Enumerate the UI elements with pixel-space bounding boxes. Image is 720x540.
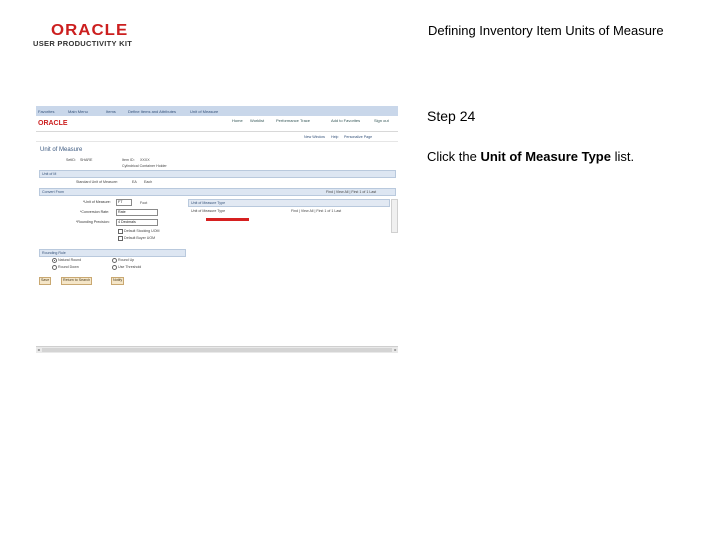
uom-type-vertical-scrollbar[interactable] — [391, 199, 398, 233]
scroll-thumb[interactable] — [42, 348, 392, 352]
app-screenshot: Favorites Main Menu Items Define Items a… — [36, 106, 398, 354]
unit-of-measure-band: Unit of M — [39, 170, 396, 178]
app-header: ORACLE Home Worklist Performance Trace A… — [36, 116, 398, 132]
scroll-right-icon[interactable]: ▸ — [393, 347, 398, 353]
header-link-performance-trace[interactable]: Performance Trace — [276, 118, 310, 123]
natural-round-label: Natural Round — [58, 258, 82, 262]
save-button[interactable]: Save — [39, 277, 52, 285]
nav-unit-of-measure[interactable]: Unit of Measure — [190, 109, 218, 114]
page-utility-bar: New Window Help Personalize Page — [36, 132, 398, 142]
link-new-window[interactable]: New Window — [304, 135, 325, 139]
band-label: Rounding Rule — [42, 251, 66, 255]
uom-label: *Unit of Measure: — [83, 200, 111, 204]
natural-round-radio[interactable] — [52, 258, 57, 263]
oracle-logo-text: ORACLE — [51, 22, 129, 39]
return-to-search-button[interactable]: Return to Search — [61, 277, 93, 285]
header-link-home[interactable]: Home — [232, 118, 243, 123]
link-help[interactable]: Help — [331, 135, 338, 139]
round-up-label: Round Up — [118, 258, 135, 262]
band-label: Unit of M — [42, 172, 57, 176]
standard-uom-value: EA — [132, 180, 137, 184]
notify-button[interactable]: Notify — [111, 277, 125, 285]
header-link-sign-out[interactable]: Sign out — [374, 118, 389, 123]
item-id-label: Item ID: — [122, 158, 135, 162]
nav-define-items[interactable]: Define Items and Attributes — [128, 109, 176, 114]
setid-label: SetID: — [66, 158, 76, 162]
uom-value: FT — [118, 200, 123, 204]
round-down-radio[interactable] — [52, 265, 57, 270]
uom-field[interactable]: FT — [116, 199, 132, 206]
header-link-add-favorites[interactable]: Add to Favorites — [331, 118, 360, 123]
conversion-rate-value: Rate — [118, 210, 126, 214]
uom-type-grid-title: Unit of Measure Type — [191, 201, 226, 205]
upk-logo-subtext: USER PRODUCTIVITY KIT — [33, 39, 133, 48]
slide-title: Defining Inventory Item Units of Measure — [428, 23, 664, 38]
item-description: Cylindrical Container Holder — [122, 164, 167, 168]
app-brand: ORACLE — [38, 120, 68, 127]
uom-type-column-header: Unit of Measure Type — [191, 209, 226, 213]
horizontal-scrollbar[interactable]: ◂ ▸ — [36, 346, 398, 353]
standard-uom-label: Standard Unit of Measure: — [76, 180, 118, 184]
upk-logo: ORACLE USER PRODUCTIVITY KIT — [33, 22, 143, 48]
nav-items[interactable]: Items — [106, 109, 116, 114]
rounding-precision-select[interactable]: 4 Decimals — [116, 219, 158, 226]
conversion-rate-label: *Conversion Rate: — [80, 210, 110, 214]
step-number: Step 24 — [427, 108, 476, 124]
nav-favorites[interactable]: Favorites — [38, 109, 54, 114]
header-link-worklist[interactable]: Worklist — [250, 118, 264, 123]
rounding-precision-label: *Rounding Precision: — [76, 220, 110, 224]
convert-grid-nav[interactable]: Find | View All | First 1 of 1 Last — [326, 190, 376, 194]
setid-value: SHARE — [80, 158, 93, 162]
step-instruction: Click the Unit of Measure Type list. — [427, 149, 634, 164]
standard-uom-desc: Each — [144, 180, 153, 184]
use-threshold-label: Use Threshold — [118, 265, 142, 269]
instruction-target: Unit of Measure Type — [480, 149, 611, 164]
uom-type-list-highlight[interactable] — [206, 218, 249, 221]
rounding-rule-band: Rounding Rule — [39, 249, 186, 257]
uom-type-grid-nav[interactable]: Find | View All | First 1 of 1 Last — [291, 209, 341, 213]
uom-type-grid-header: Unit of Measure Type — [188, 199, 390, 207]
nav-main-menu[interactable]: Main Menu — [68, 109, 88, 114]
default-stocking-uom-label: Default Stocking UOM — [124, 229, 160, 233]
rounding-precision-value: 4 Decimals — [118, 220, 136, 224]
default-buyer-uom-checkbox[interactable] — [118, 236, 123, 241]
default-buyer-uom-label: Default Buyer UOM — [124, 236, 156, 240]
conversion-rate-field[interactable]: Rate — [116, 209, 158, 216]
uom-description: Foot — [140, 201, 148, 205]
round-down-label: Round Down — [58, 265, 79, 269]
link-personalize-page[interactable]: Personalize Page — [344, 135, 372, 139]
page-title: Unit of Measure — [40, 147, 83, 153]
round-up-radio[interactable] — [112, 258, 117, 263]
default-stocking-uom-checkbox[interactable] — [118, 229, 123, 234]
instruction-prefix: Click the — [427, 149, 481, 164]
scroll-left-icon[interactable]: ◂ — [36, 347, 41, 353]
instruction-suffix: list. — [610, 149, 635, 164]
item-id-value: XXXX — [140, 158, 150, 162]
band-label: Convert From — [42, 190, 64, 194]
use-threshold-radio[interactable] — [112, 265, 117, 270]
menu-breadcrumb-bar: Favorites Main Menu Items Define Items a… — [36, 106, 398, 116]
